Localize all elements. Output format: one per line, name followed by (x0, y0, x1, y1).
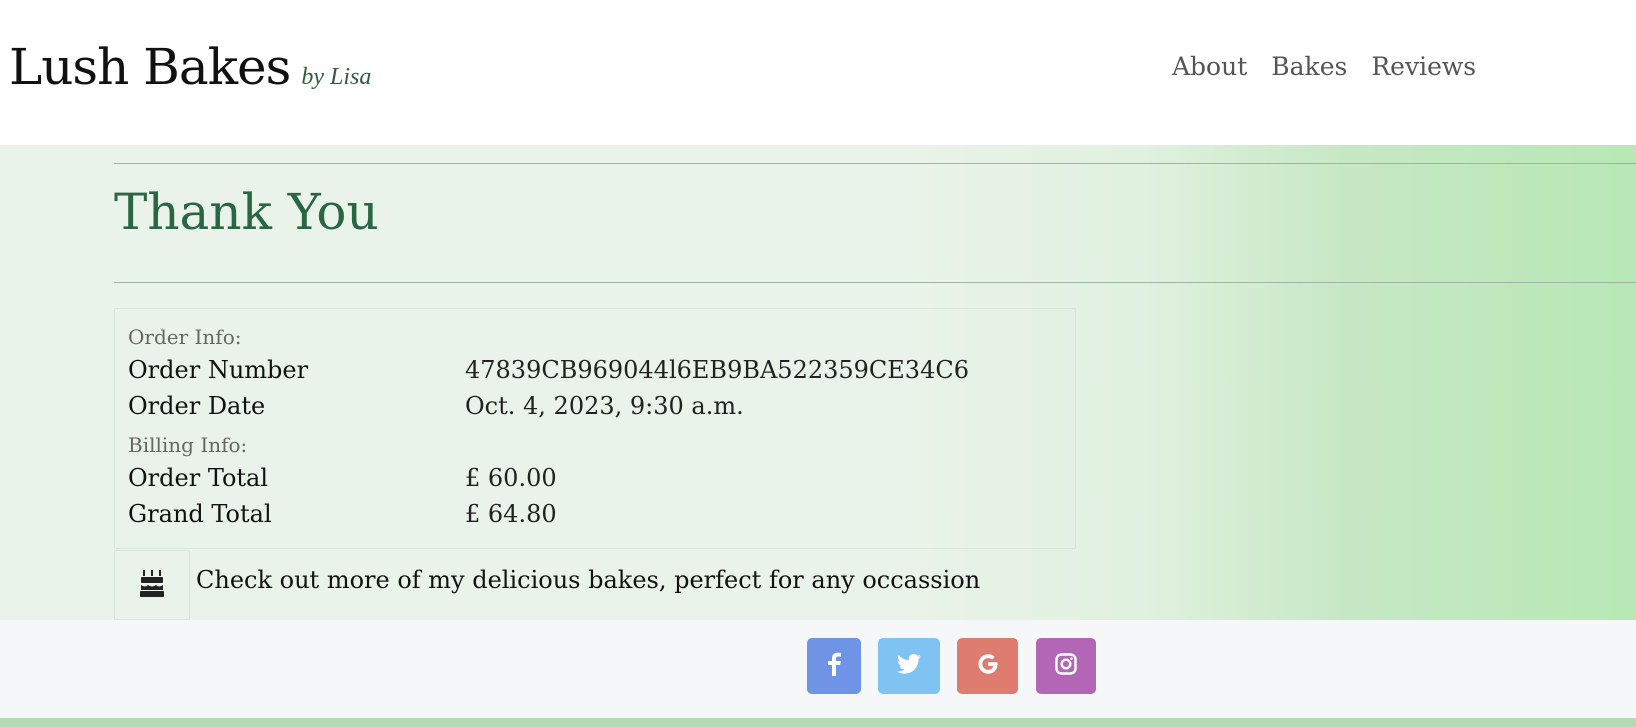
main-content: Thank You Order Info: Order Number 47839… (0, 145, 1636, 620)
site-header: Lush Bakes by Lisa About Bakes Reviews (0, 0, 1636, 145)
instagram-icon (1055, 653, 1077, 679)
page-title: Thank You (114, 183, 379, 241)
divider-bottom (114, 282, 1636, 283)
twitter-icon (897, 654, 921, 678)
nav-bakes[interactable]: Bakes (1271, 52, 1347, 81)
billing-info-heading: Billing Info: (128, 433, 248, 457)
order-number-value: 47839CB969044l6EB9BA522359CE34C6 (465, 356, 969, 384)
order-date-value: Oct. 4, 2023, 9:30 a.m. (465, 392, 744, 420)
order-info-row: Order Info: (128, 325, 241, 349)
order-total-value: £ 60.00 (465, 464, 557, 492)
cake-icon (139, 568, 165, 602)
grand-total-label: Grand Total (128, 500, 272, 528)
google-button[interactable] (957, 638, 1018, 694)
bakes-cta-button[interactable] (114, 550, 190, 620)
instagram-button[interactable] (1036, 638, 1096, 694)
order-number-label: Order Number (128, 356, 309, 384)
billing-info-row: Billing Info: (128, 433, 247, 457)
nav-reviews[interactable]: Reviews (1371, 52, 1476, 81)
order-info-heading: Order Info: (128, 325, 242, 349)
grand-total-row: Grand Total £ 64.80 (128, 500, 1058, 528)
brand-tagline: by Lisa (301, 64, 372, 90)
order-date-label: Order Date (128, 392, 266, 420)
site-footer (0, 620, 1636, 718)
nav-about[interactable]: About (1172, 52, 1247, 81)
order-total-row: Order Total £ 60.00 (128, 464, 1058, 492)
facebook-button[interactable] (807, 638, 861, 694)
order-total-label: Order Total (128, 464, 269, 492)
order-summary-panel: Order Info: Order Number 47839CB969044l6… (114, 308, 1076, 549)
grand-total-value: £ 64.80 (465, 500, 557, 528)
main-nav: About Bakes Reviews (1172, 52, 1476, 81)
facebook-icon (827, 652, 841, 680)
twitter-button[interactable] (878, 638, 940, 694)
order-date-row: Order Date Oct. 4, 2023, 9:30 a.m. (128, 392, 1058, 420)
google-icon (976, 652, 1000, 680)
footer-bottom-bar (0, 718, 1636, 727)
divider-top (114, 163, 1636, 164)
brand-name: Lush Bakes (9, 38, 291, 96)
bakes-cta-link[interactable]: Check out more of my delicious bakes, pe… (196, 566, 980, 594)
order-number-row: Order Number 47839CB969044l6EB9BA522359C… (128, 356, 1058, 384)
brand-logo-link[interactable]: Lush Bakes by Lisa (9, 38, 371, 96)
